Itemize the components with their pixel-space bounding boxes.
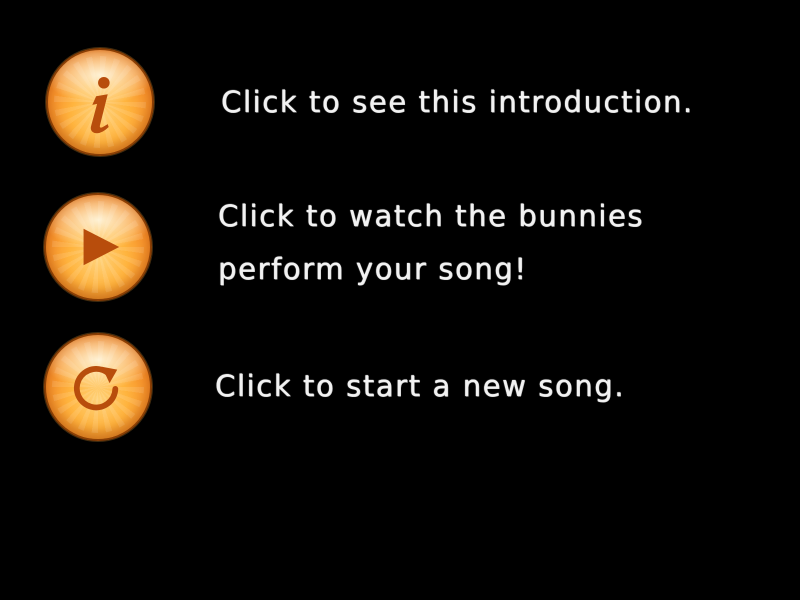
new-song-caption-line-1: Click to start a new song.: [215, 369, 626, 403]
play-button[interactable]: [44, 193, 152, 301]
refresh-icon: [73, 366, 119, 411]
play-caption-line-1: Click to watch the bunnies: [218, 199, 645, 233]
play-icon: [83, 228, 120, 266]
info-caption-line-1: Click to see this introduction.: [221, 85, 694, 119]
info-icon: [90, 76, 110, 134]
play-caption: Click to watch the bunnies perform your …: [218, 190, 644, 296]
info-caption: Click to see this introduction.: [221, 76, 694, 129]
play-caption-line-2: perform your song!: [218, 252, 528, 286]
instructions-screen: Click to see this introduction. Click to…: [0, 0, 800, 600]
new-song-caption: Click to start a new song.: [215, 360, 625, 413]
new-song-button[interactable]: [44, 333, 152, 441]
info-button[interactable]: [46, 48, 154, 156]
